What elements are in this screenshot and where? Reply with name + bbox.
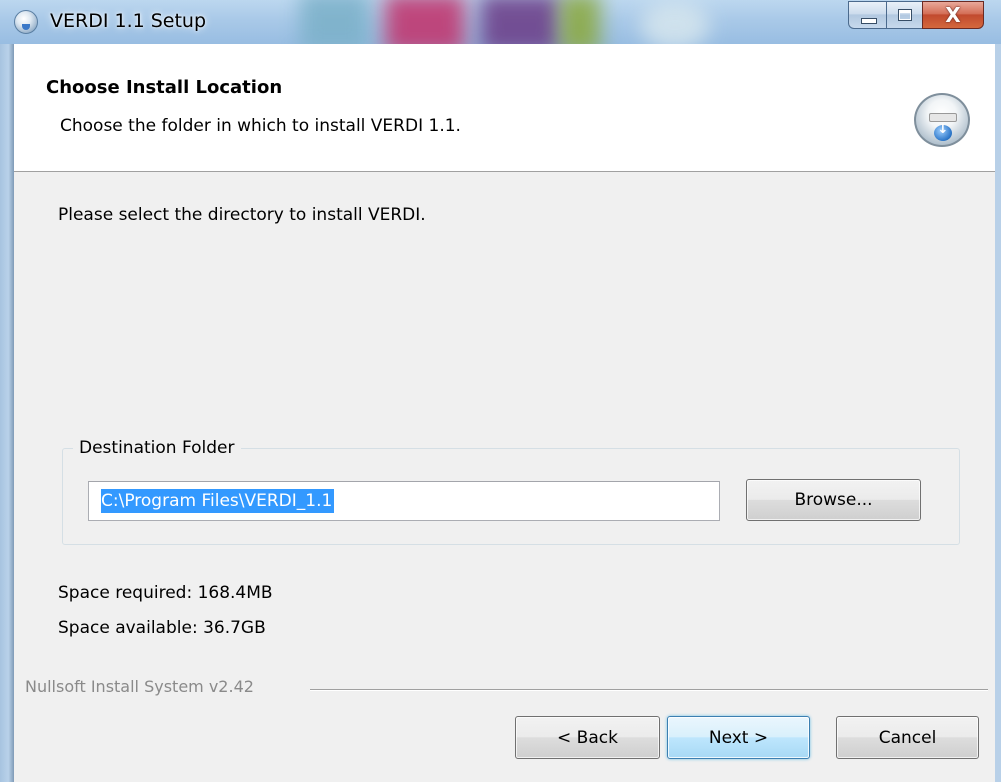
aero-blur-backdrop [480,0,560,44]
installer-disc-icon[interactable] [14,10,38,34]
next-button[interactable]: Next > [667,716,810,759]
maximize-button[interactable] [886,1,922,29]
install-disc-icon [914,93,970,147]
disc-label-strip [929,113,957,122]
wizard-header: Choose Install Location Choose the folde… [14,44,995,172]
minimize-button[interactable] [848,1,886,29]
minimize-icon [861,18,877,24]
install-path-field[interactable]: C:\Program Files\VERDI_1.1 [88,481,720,521]
close-button[interactable]: X [922,1,984,29]
space-required: Space required: 168.4MB [58,583,273,603]
caption-buttons: X [848,1,984,29]
footer-divider [310,689,988,691]
maximize-icon [898,9,912,21]
back-button[interactable]: < Back [515,716,660,759]
instruction-text: Please select the directory to install V… [58,205,426,225]
aero-blur-backdrop [300,0,370,44]
aero-blur-backdrop [560,0,600,44]
installer-branding: Nullsoft Install System v2.42 [25,677,260,696]
space-available: Space available: 36.7GB [58,618,266,638]
close-icon: X [945,3,961,27]
aero-blur-backdrop [640,0,710,44]
page-subtitle: Choose the folder in which to install VE… [60,116,461,136]
window-frame-left [0,44,14,782]
destination-folder-label: Destination Folder [73,438,241,458]
cancel-button[interactable]: Cancel [836,716,979,759]
title-bar[interactable]: VERDI 1.1 Setup X [0,0,1001,44]
browse-button[interactable]: Browse... [746,479,921,521]
page-title: Choose Install Location [46,77,283,98]
install-path-value: C:\Program Files\VERDI_1.1 [101,489,335,513]
aero-blur-backdrop [385,0,465,44]
download-arrow-icon [934,122,952,141]
window-frame-right [995,44,1001,782]
window-title: VERDI 1.1 Setup [50,10,207,32]
